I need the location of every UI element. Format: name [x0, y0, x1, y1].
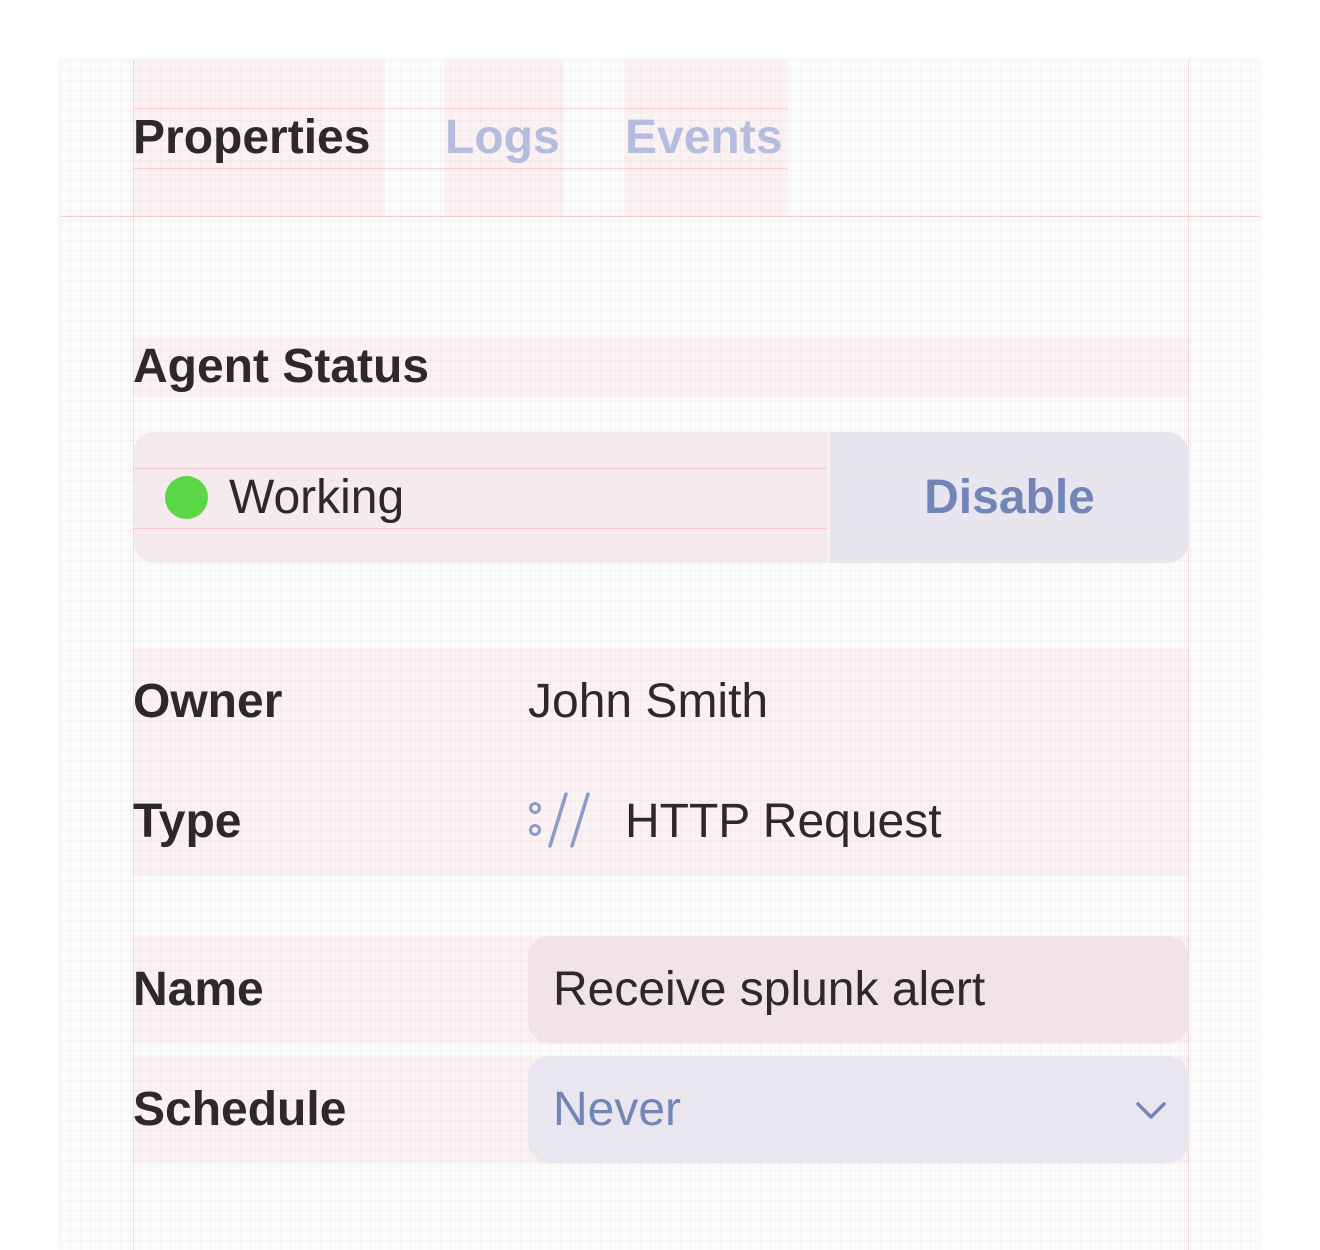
- tab-logs[interactable]: Logs: [445, 108, 560, 168]
- schedule-selected-value: Never: [553, 1083, 682, 1136]
- tab-properties[interactable]: Properties: [133, 108, 370, 168]
- name-input[interactable]: Receive splunk alert: [528, 936, 1189, 1043]
- schedule-select[interactable]: Never: [528, 1056, 1189, 1163]
- type-label: Type: [133, 795, 242, 848]
- http-request-icon: [529, 792, 590, 848]
- tab-baseline-bottom: [133, 168, 788, 169]
- disable-button-label: Disable: [924, 471, 1095, 524]
- tab-bar-divider: [60, 216, 1260, 217]
- schedule-label: Schedule: [133, 1083, 347, 1136]
- agent-status-panel: Working Disable: [133, 432, 1189, 563]
- disable-button[interactable]: Disable: [827, 432, 1189, 563]
- status-indicator-dot: [165, 476, 208, 519]
- name-input-value: Receive splunk alert: [553, 963, 986, 1016]
- name-label: Name: [133, 963, 264, 1016]
- status-text: Working: [229, 471, 405, 524]
- owner-label: Owner: [133, 675, 283, 728]
- tab-events[interactable]: Events: [625, 108, 782, 168]
- agent-properties-card: Properties Logs Events Agent Status Work…: [60, 60, 1260, 1250]
- owner-value: John Smith: [528, 675, 769, 728]
- chevron-down-icon: [1136, 1102, 1166, 1119]
- section-title-agent-status: Agent Status: [133, 340, 430, 393]
- type-value: HTTP Request: [625, 795, 942, 848]
